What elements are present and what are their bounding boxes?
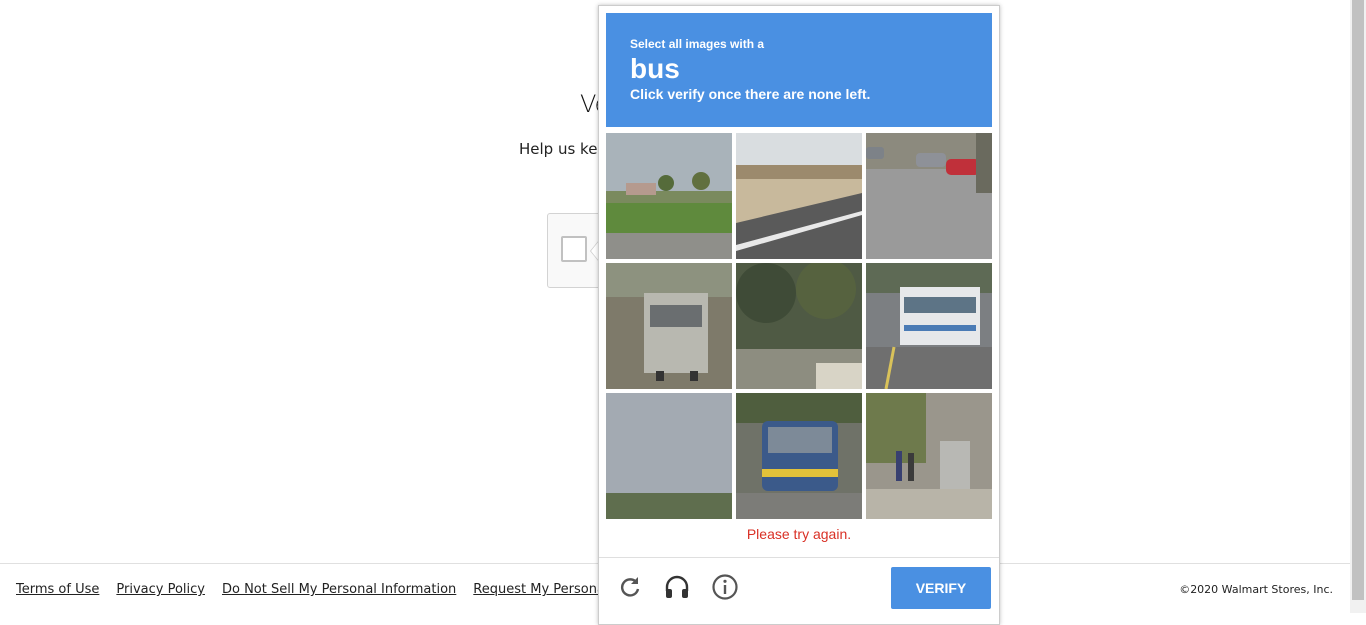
recaptcha-checkbox[interactable] — [561, 236, 587, 262]
captcha-tile-3[interactable] — [866, 133, 992, 259]
sky-image — [606, 393, 732, 519]
captcha-tile-5[interactable] — [736, 263, 862, 389]
page-scrollbar[interactable] — [1350, 0, 1366, 613]
info-icon[interactable] — [711, 573, 739, 601]
captcha-tile-1[interactable] — [606, 133, 732, 259]
captcha-image-grid — [606, 133, 992, 519]
bus-front-image — [736, 393, 862, 519]
captcha-tile-4[interactable] — [606, 263, 732, 389]
captcha-subinstruction: Click verify once there are none left. — [630, 86, 871, 102]
captcha-tile-9[interactable] — [866, 393, 992, 519]
verify-button[interactable]: VERIFY — [891, 567, 991, 609]
privacy-policy-link[interactable]: Privacy Policy — [116, 582, 205, 597]
captcha-challenge-popup: Select all images with a bus Click verif… — [598, 5, 1000, 625]
captcha-target: bus — [630, 53, 680, 84]
page-subtitle: Help us kee — [519, 140, 607, 158]
scrollbar-thumb[interactable] — [1352, 0, 1364, 600]
captcha-error-message: Please try again. — [746, 526, 852, 542]
captcha-instruction: Select all images with a — [630, 37, 765, 51]
street-corner-image — [866, 393, 992, 519]
field-image — [606, 133, 732, 259]
captcha-tile-6[interactable] — [866, 263, 992, 389]
road-image — [736, 133, 862, 259]
reload-icon[interactable] — [616, 573, 644, 601]
copyright: ©2020 Walmart Stores, Inc. — [1179, 583, 1333, 596]
bus-rear-image — [606, 263, 732, 389]
street-cars-image — [866, 133, 992, 259]
bus-street-image — [866, 263, 992, 389]
footer-links: Terms of Use Privacy Policy Do Not Sell … — [16, 582, 625, 597]
terms-of-use-link[interactable]: Terms of Use — [16, 582, 99, 597]
trees-image — [736, 263, 862, 389]
captcha-tile-7[interactable] — [606, 393, 732, 519]
captcha-footer-divider — [599, 557, 999, 558]
captcha-tile-2[interactable] — [736, 133, 862, 259]
captcha-header: Select all images with a bus Click verif… — [606, 13, 992, 127]
captcha-tile-8[interactable] — [736, 393, 862, 519]
do-not-sell-link[interactable]: Do Not Sell My Personal Information — [222, 582, 456, 597]
headphones-icon[interactable] — [663, 573, 691, 601]
